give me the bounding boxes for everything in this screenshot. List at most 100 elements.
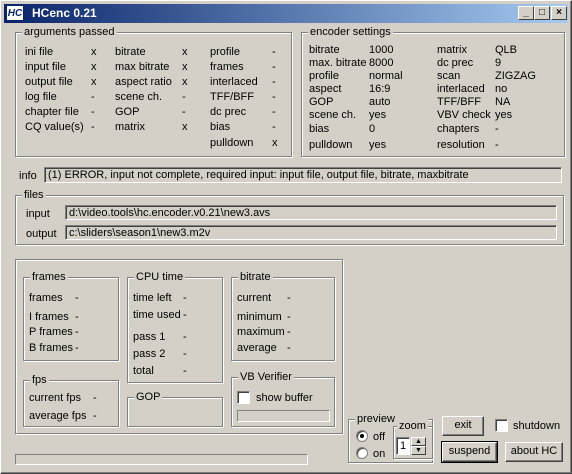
cpu-label: time left bbox=[133, 292, 172, 304]
frames-label: frames bbox=[29, 292, 63, 304]
files-title: files bbox=[22, 188, 46, 202]
zoom-input[interactable]: 1 bbox=[396, 437, 410, 455]
zoom-up-icon[interactable]: ▲ bbox=[411, 437, 426, 446]
about-button[interactable]: about HC bbox=[505, 442, 563, 462]
arg-label: scene ch. bbox=[115, 91, 163, 103]
zoom-down-icon[interactable]: ▼ bbox=[411, 446, 426, 455]
frames-label: I frames bbox=[29, 311, 69, 323]
fps-group: fps current fps - average fps - bbox=[23, 373, 119, 427]
enc-value: - bbox=[495, 139, 499, 151]
preview-on-radio[interactable] bbox=[356, 447, 368, 459]
enc-value: 8000 bbox=[369, 57, 394, 69]
arg-value: - bbox=[91, 121, 95, 133]
cpu-label: pass 1 bbox=[133, 331, 166, 343]
enc-value: normal bbox=[369, 70, 403, 82]
arg-value: - bbox=[91, 91, 95, 103]
input-file-field[interactable]: d:\video.tools\hc.encoder.v0.21\new3.avs bbox=[65, 205, 557, 220]
enc-value: ZIGZAG bbox=[495, 70, 536, 82]
enc-label: aspect bbox=[309, 83, 342, 95]
gop-group: GOP bbox=[127, 390, 223, 427]
arg-value: x bbox=[91, 76, 97, 88]
arg-value: - bbox=[182, 106, 186, 118]
files-group: files input d:\video.tools\hc.encoder.v0… bbox=[15, 188, 564, 245]
arg-label: max bitrate bbox=[115, 61, 170, 73]
output-file-field[interactable]: c:\sliders\season1\new3.m2v bbox=[65, 225, 557, 240]
enc-value: 0 bbox=[369, 123, 376, 135]
shutdown-label[interactable]: shutdown bbox=[513, 420, 560, 433]
enc-label: scene ch. bbox=[309, 109, 357, 121]
suspend-button[interactable]: suspend bbox=[441, 441, 498, 463]
bitrate-label: average bbox=[237, 342, 277, 354]
show-buffer-label[interactable]: show buffer bbox=[256, 392, 313, 405]
cpu-time-title: CPU time bbox=[134, 270, 186, 284]
enc-value: auto bbox=[369, 96, 391, 108]
zoom-group: zoom 1 ▲ ▼ bbox=[393, 419, 433, 459]
fps-value: - bbox=[93, 410, 97, 422]
enc-value: - bbox=[495, 123, 499, 135]
close-button[interactable]: × bbox=[551, 6, 567, 20]
enc-label: pulldown bbox=[309, 139, 353, 151]
show-buffer-checkbox[interactable] bbox=[237, 391, 250, 404]
arg-label: chapter file bbox=[25, 106, 79, 118]
exit-button[interactable]: exit bbox=[442, 416, 484, 436]
enc-label: dc prec bbox=[437, 57, 474, 69]
enc-label: bitrate bbox=[309, 44, 340, 56]
cpu-label: total bbox=[133, 365, 154, 377]
cpu-value: - bbox=[183, 365, 187, 377]
arg-label: output file bbox=[25, 76, 73, 88]
arg-value: x bbox=[91, 46, 97, 58]
arg-label: bitrate bbox=[115, 46, 146, 58]
preview-off-radio[interactable] bbox=[356, 430, 368, 442]
bitrate-value: - bbox=[287, 342, 291, 354]
arg-value: x bbox=[182, 76, 188, 88]
enc-label: interlaced bbox=[437, 83, 485, 95]
frames-value: - bbox=[75, 326, 79, 338]
maximize-button[interactable]: □ bbox=[534, 6, 550, 20]
window-title: HCenc 0.21 bbox=[32, 6, 97, 20]
arg-label: profile bbox=[210, 46, 240, 58]
arg-label: GOP bbox=[115, 106, 140, 118]
fps-label: current fps bbox=[29, 392, 81, 404]
preview-off-label[interactable]: off bbox=[373, 431, 385, 444]
info-message: (1) ERROR, input not complete, required … bbox=[44, 167, 562, 183]
minimize-button[interactable]: _ bbox=[518, 6, 534, 20]
preview-on-label[interactable]: on bbox=[373, 448, 385, 461]
arg-label: log file bbox=[25, 91, 57, 103]
arg-value: - bbox=[182, 91, 186, 103]
bitrate-label: maximum bbox=[237, 326, 285, 338]
enc-value: NA bbox=[495, 96, 511, 108]
frames-title: frames bbox=[30, 270, 68, 284]
enc-label: TFF/BFF bbox=[437, 96, 481, 108]
arg-label: interlaced bbox=[210, 76, 258, 88]
arg-value: - bbox=[91, 106, 95, 118]
enc-value: QLB bbox=[495, 44, 518, 56]
frames-value: - bbox=[75, 311, 79, 323]
zoom-title: zoom bbox=[397, 419, 428, 433]
cpu-value: - bbox=[183, 309, 187, 321]
arg-label: CQ value(s) bbox=[25, 121, 84, 133]
frames-label: P frames bbox=[29, 326, 73, 338]
fps-value: - bbox=[93, 392, 97, 404]
bitrate-label: minimum bbox=[237, 311, 282, 323]
vb-verifier-group: VB Verifier show buffer bbox=[231, 370, 335, 427]
enc-label: chapters bbox=[437, 123, 480, 135]
encoder-settings-title: encoder settings bbox=[308, 25, 393, 39]
cpu-value: - bbox=[183, 292, 187, 304]
arg-label: pulldown bbox=[210, 137, 254, 149]
enc-label: profile bbox=[309, 70, 339, 82]
title-bar[interactable]: HC HCenc 0.21 _ □ × bbox=[4, 4, 568, 23]
frames-value: - bbox=[75, 292, 79, 304]
cpu-value: - bbox=[183, 331, 187, 343]
arg-value: x bbox=[91, 61, 97, 73]
preview-title: preview bbox=[355, 412, 397, 426]
main-window: HC HCenc 0.21 _ □ × arguments passed ini… bbox=[0, 0, 572, 474]
vb-verifier-title: VB Verifier bbox=[238, 370, 294, 384]
arg-value: - bbox=[272, 61, 276, 73]
shutdown-checkbox[interactable] bbox=[495, 419, 508, 432]
arg-label: frames bbox=[210, 61, 244, 73]
arg-value: - bbox=[272, 76, 276, 88]
enc-label: bias bbox=[309, 123, 330, 135]
enc-value: no bbox=[495, 83, 508, 95]
enc-value: 9 bbox=[495, 57, 502, 69]
enc-value: 1000 bbox=[369, 44, 394, 56]
